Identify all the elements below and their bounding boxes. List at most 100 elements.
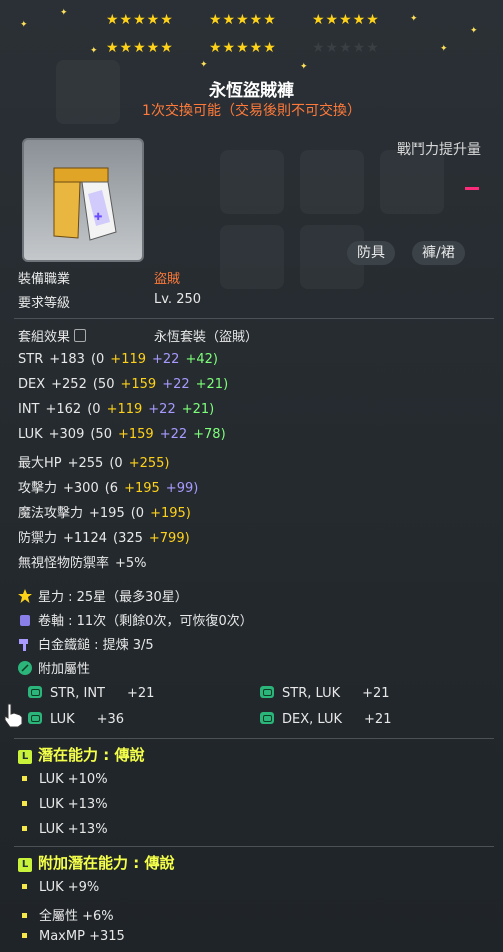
bonus-stat-value: +21 [362,686,390,701]
stat-upgrade-bonus: +22 [159,427,188,442]
bonus-stat-value: +21 [364,712,392,727]
scroll-info: 卷軸 : 11次（剩餘0次，可恢復0次） [18,610,253,629]
set-value: 永恆套裝（盜賊） [154,330,259,345]
stat-row: STR +183 (0 +119 +22 +42) [18,352,224,367]
bonus-stat-label: LUK [50,712,75,727]
tag-pants: 褲/裙 [412,241,465,265]
stat-upgrade-bonus: +99) [165,481,199,496]
bonus-stat-label: STR, LUK [282,686,341,701]
legend-icon: L [18,750,32,764]
stat-total: +195 [89,506,125,521]
sparkle-icon: ✦ [20,20,28,30]
potential-line: LUK +13% [22,822,108,837]
hammer-info: 白金鐵鎚 : 提煉 3/5 [18,634,154,653]
stat-flame-bonus: +78) [193,427,226,442]
stat-upgrade-bonus: +22 [162,377,190,392]
stat-total: +1124 [63,531,107,546]
scroll-icon [18,613,32,627]
hammer-icon [18,637,32,651]
set-row: 套組效果 永恆套裝（盜賊） [18,326,258,345]
star-group: ★★★★★ [209,40,277,56]
trade-note: 1次交換可能（交易後則不可交換） [142,103,361,119]
bonus-stat-value: +21 [127,686,155,701]
star-group: ★★★★★ [312,12,380,28]
bonus-stat: STR, INT +21 [28,686,154,701]
stat-total: +300 [63,481,99,496]
stat-base-bonus: +195) [150,506,191,521]
stat-base-bonus: +799) [148,531,190,546]
legend-icon: L [18,858,32,872]
additional-potential-line: 全屬性 +6% [22,905,114,924]
stat-row: 最大HP +255 (0 +255) [18,452,187,471]
bonus-title-row: 附加屬性 [18,658,90,677]
stat-name: 攻擊力 [18,481,58,496]
bonus-stat: LUK +36 [28,712,124,727]
stat-row: 攻擊力 +300 (6 +195 +99) [18,477,210,496]
stat-flame-bonus: +42) [185,352,218,367]
stat-total: +5% [115,556,147,571]
stat-name: 魔法攻擊力 [18,506,84,521]
level-row: 要求等級 Lv. 250 [18,292,201,311]
sparkle-icon: ✦ [470,26,478,36]
sparkle-icon: ✦ [410,14,418,24]
bonus-title: 附加屬性 [38,662,91,677]
bonus-stat: DEX, LUK +21 [260,712,391,727]
pants-item-icon: ✚ [22,138,144,262]
scroll-text: 卷軸 : 11次（剩餘0次，可恢復0次） [38,614,253,629]
divider [14,318,494,319]
bonus-stat-value: +36 [96,712,125,727]
item-name: 永恆盜賊褲 [209,81,294,101]
stat-row: LUK +309 (50 +159 +22 +78) [18,427,232,442]
stat-base-bonus: +159 [120,377,157,392]
stat-upgrade-bonus: +22 [152,352,180,367]
tag-armor: 防具 [347,241,395,265]
stat-base: (0 [87,402,101,417]
stat-total: +309 [48,427,85,442]
hand-cursor-icon [2,702,26,728]
level-value: Lv. 250 [154,292,202,307]
stat-name: DEX [18,377,46,392]
bonus-stat-label: DEX, LUK [282,712,343,727]
stat-base: (325 [113,531,143,546]
stat-base: (6 [104,481,119,496]
divider [14,738,494,739]
stat-name: LUK [18,427,43,442]
stat-base: (0 [90,352,105,367]
stat-base: (0 [130,506,145,521]
lock-icon [74,329,87,342]
star-force-info: 星力 : 25星（最多30星） [18,586,188,605]
job-value: 盜賊 [154,272,181,287]
svg-text:✚: ✚ [94,212,102,223]
potential-title-text: 潛在能力 : 傳說 [38,746,145,764]
stat-base: (50 [90,427,112,442]
leaf-icon [18,661,32,675]
bonus-icon [28,686,42,698]
stat-flame-bonus: +21) [195,377,229,392]
bg-slot [220,225,284,289]
star-icon [18,589,32,603]
stat-row: DEX +252 (50 +159 +22 +21) [18,377,234,392]
stat-flame-bonus: +21) [181,402,215,417]
stat-total: +252 [51,377,87,392]
divider [14,846,494,847]
star-group: ★★★★★ [209,12,277,28]
stat-base-bonus: +255) [128,456,170,471]
stat-base-bonus: +119 [110,352,147,367]
bonus-stat: STR, LUK +21 [260,686,390,701]
bg-slot [300,150,364,214]
sparkle-icon: ✦ [300,62,308,72]
stat-base-bonus: +159 [117,427,154,442]
potential-title: L 潛在能力 : 傳說 [18,744,144,765]
stat-name: STR [18,352,44,367]
stat-total: +162 [45,402,82,417]
additional-potential-line: LUK +9% [22,880,99,895]
bg-slot [220,150,284,214]
sparkle-icon: ✦ [440,44,448,54]
stat-name: INT [18,402,40,417]
bg-slot [380,150,444,214]
additional-potential-line: MaxMP +315 [22,929,125,944]
level-label: 要求等級 [18,296,71,311]
stat-base-bonus: +119 [106,402,143,417]
stat-upgrade-bonus: +22 [148,402,176,417]
stat-name: 防禦力 [18,531,58,546]
